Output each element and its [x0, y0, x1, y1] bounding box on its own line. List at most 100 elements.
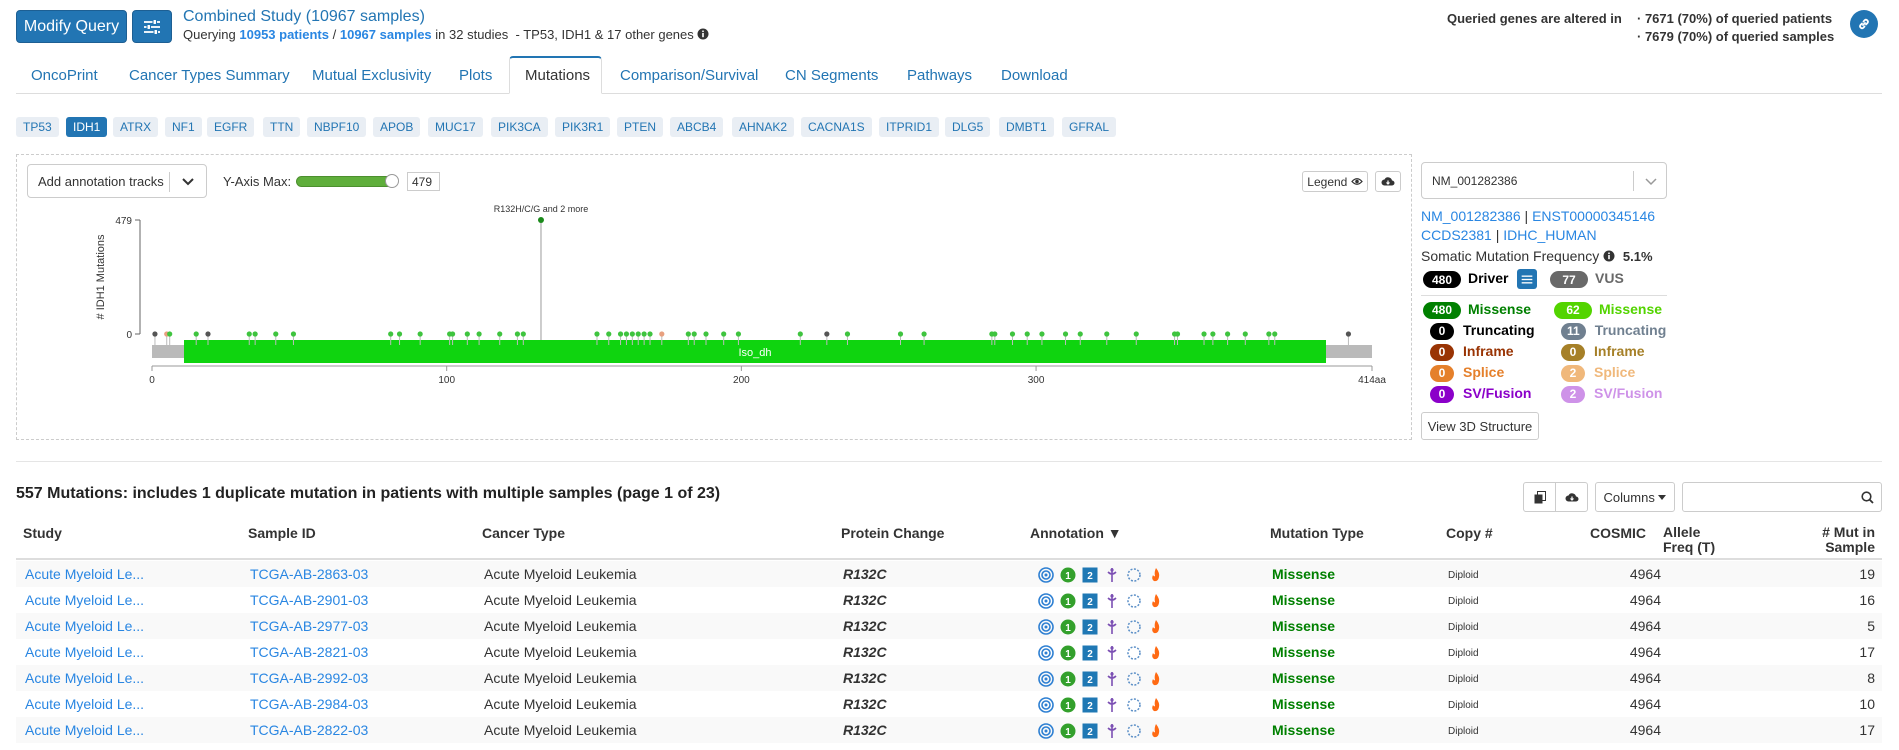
- tab-pathways[interactable]: Pathways: [892, 56, 987, 94]
- sample-id-link[interactable]: TCGA-AB-2977-03: [250, 618, 368, 634]
- columns-dropdown-button[interactable]: Columns: [1595, 482, 1675, 512]
- driver-legend-row[interactable]: 0 Truncating: [1421, 322, 1551, 343]
- y-axis-max-input[interactable]: 479: [407, 172, 440, 191]
- column-header-study[interactable]: Study: [23, 525, 62, 541]
- table-row[interactable]: Acute Myeloid Le... TCGA-AB-2863-03 Acute …: [16, 561, 1882, 587]
- column-header-protein-change[interactable]: Protein Change: [841, 525, 944, 541]
- my-cancer-genome-icon[interactable]: [1104, 567, 1120, 583]
- lollipop-point[interactable]: [635, 331, 641, 337]
- oncokb-icon[interactable]: [1038, 645, 1054, 662]
- lollipop-point[interactable]: [703, 331, 709, 337]
- lollipop-point[interactable]: [1272, 331, 1278, 337]
- gene-chip-dlg5[interactable]: DLG5: [945, 117, 991, 137]
- gene-chip-pik3r1[interactable]: PIK3R1: [555, 117, 611, 137]
- oncokb-icon[interactable]: [1038, 593, 1054, 610]
- lollipop-point[interactable]: [497, 331, 503, 337]
- hotspot-ring-icon[interactable]: [1126, 645, 1142, 661]
- oncokb-icon[interactable]: [1038, 697, 1054, 714]
- gene-chip-apob[interactable]: APOB: [373, 117, 421, 137]
- tab-download[interactable]: Download: [986, 56, 1083, 94]
- tab-comparison-survival[interactable]: Comparison/Survival: [605, 56, 773, 94]
- lollipop-point[interactable]: [252, 331, 258, 337]
- hotspot-ring-icon[interactable]: [1126, 697, 1142, 713]
- lollipop-point[interactable]: [1242, 331, 1248, 337]
- lollipop-point[interactable]: [824, 331, 830, 337]
- flame-icon[interactable]: [1148, 619, 1164, 635]
- vus-legend-row[interactable]: 62 Missense: [1552, 301, 1682, 322]
- gene-chip-abcb4[interactable]: ABCB4: [670, 117, 724, 137]
- lollipop-point[interactable]: [1210, 331, 1216, 337]
- lollipop-point[interactable]: [1077, 331, 1083, 337]
- gene-chip-pik3ca[interactable]: PIK3CA: [491, 117, 548, 137]
- my-cancer-genome-icon[interactable]: [1104, 593, 1120, 609]
- column-header-cosmic[interactable]: COSMIC: [1590, 525, 1646, 541]
- flame-icon[interactable]: [1148, 593, 1164, 609]
- my-cancer-genome-icon[interactable]: [1104, 723, 1120, 739]
- gene-chip-dmbt1[interactable]: DMBT1: [999, 117, 1054, 137]
- lollipop-point[interactable]: [1266, 331, 1272, 337]
- sample-id-link[interactable]: TCGA-AB-2822-03: [250, 722, 368, 738]
- lollipop-point[interactable]: [167, 331, 173, 337]
- lollipop-point[interactable]: [844, 331, 851, 337]
- column-header-mut-in-sample[interactable]: # Mut in Sample: [1800, 525, 1875, 555]
- hotspot-ring-icon[interactable]: [1126, 593, 1142, 609]
- lollipop-point[interactable]: [1174, 331, 1181, 337]
- modify-query-button[interactable]: Modify Query: [16, 10, 127, 43]
- flame-icon[interactable]: [1148, 567, 1164, 583]
- driver-count-badge[interactable]: 480: [1423, 271, 1461, 288]
- study-link[interactable]: Acute Myeloid Le...: [25, 670, 144, 686]
- flame-icon[interactable]: [1148, 723, 1164, 739]
- civic-level-icon[interactable]: 2: [1082, 567, 1098, 583]
- lollipop-point[interactable]: [721, 331, 727, 337]
- gene-chip-ttn[interactable]: TTN: [263, 117, 301, 137]
- ensembl-link[interactable]: ENST00000345146: [1532, 208, 1655, 224]
- gene-chip-atrx[interactable]: ATRX: [113, 117, 159, 137]
- lollipop-point[interactable]: [691, 331, 697, 337]
- level-one-icon[interactable]: 1: [1060, 619, 1076, 635]
- sample-id-link[interactable]: TCGA-AB-2863-03: [250, 566, 368, 582]
- table-row[interactable]: Acute Myeloid Le... TCGA-AB-2984-03 Acute …: [16, 691, 1882, 717]
- lollipop-point[interactable]: [449, 331, 456, 337]
- hotspot-ring-icon[interactable]: [1126, 567, 1142, 583]
- lollipop-point[interactable]: [514, 331, 521, 337]
- gene-chip-cacna1s[interactable]: CACNA1S: [801, 117, 872, 137]
- column-header-allele-freq[interactable]: Allele Freq (T): [1663, 525, 1715, 555]
- tab-mutual-exclusivity[interactable]: Mutual Exclusivity: [297, 56, 446, 94]
- gene-chip-muc17[interactable]: MUC17: [428, 117, 483, 137]
- table-search-input[interactable]: [1682, 482, 1882, 512]
- tab-cancer-types-summary[interactable]: Cancer Types Summary: [114, 56, 305, 94]
- driver-settings-button[interactable]: [1517, 269, 1537, 289]
- lollipop-point[interactable]: [617, 331, 624, 337]
- lollipop-point[interactable]: [992, 331, 998, 337]
- column-header-sample-id[interactable]: Sample ID: [248, 525, 316, 541]
- refseq-link[interactable]: NM_001282386: [1421, 208, 1521, 224]
- column-header-cancer-type[interactable]: Cancer Type: [482, 525, 565, 541]
- gene-chip-pten[interactable]: PTEN: [617, 117, 664, 137]
- gene-chip-idh1[interactable]: IDH1: [66, 117, 108, 137]
- lollipop-point[interactable]: [594, 331, 600, 337]
- samples-link[interactable]: 10967 samples: [340, 27, 432, 42]
- tab-cn-segments[interactable]: CN Segments: [770, 56, 893, 94]
- legend-toggle-button[interactable]: Legend: [1302, 171, 1368, 192]
- my-cancer-genome-icon[interactable]: [1104, 619, 1120, 635]
- cosmic-cell[interactable]: 4964: [1616, 618, 1661, 634]
- lollipop-point[interactable]: [623, 331, 630, 337]
- lollipop-point[interactable]: [1039, 331, 1045, 337]
- sample-id-link[interactable]: TCGA-AB-2901-03: [250, 592, 368, 608]
- lollipop-point[interactable]: [659, 331, 665, 337]
- vus-legend-row[interactable]: 0 Inframe: [1552, 343, 1682, 364]
- oncokb-icon[interactable]: [1038, 723, 1054, 740]
- patients-link[interactable]: 10953 patients: [239, 27, 329, 42]
- study-link[interactable]: Acute Myeloid Le...: [25, 566, 144, 582]
- table-row[interactable]: Acute Myeloid Le... TCGA-AB-2821-03 Acute …: [16, 639, 1882, 665]
- level-one-icon[interactable]: 1: [1060, 671, 1076, 687]
- lollipop-point[interactable]: [797, 331, 803, 337]
- share-link-button[interactable]: [1850, 10, 1878, 38]
- cosmic-cell[interactable]: 4964: [1616, 722, 1661, 738]
- driver-legend-row[interactable]: 0 Splice: [1421, 364, 1551, 385]
- cosmic-cell[interactable]: 4964: [1616, 592, 1661, 608]
- lollipop-point[interactable]: [1104, 331, 1110, 337]
- ccds-link[interactable]: CCDS2381: [1421, 227, 1492, 243]
- lollipop-point[interactable]: [606, 331, 612, 337]
- study-link[interactable]: Acute Myeloid Le...: [25, 644, 144, 660]
